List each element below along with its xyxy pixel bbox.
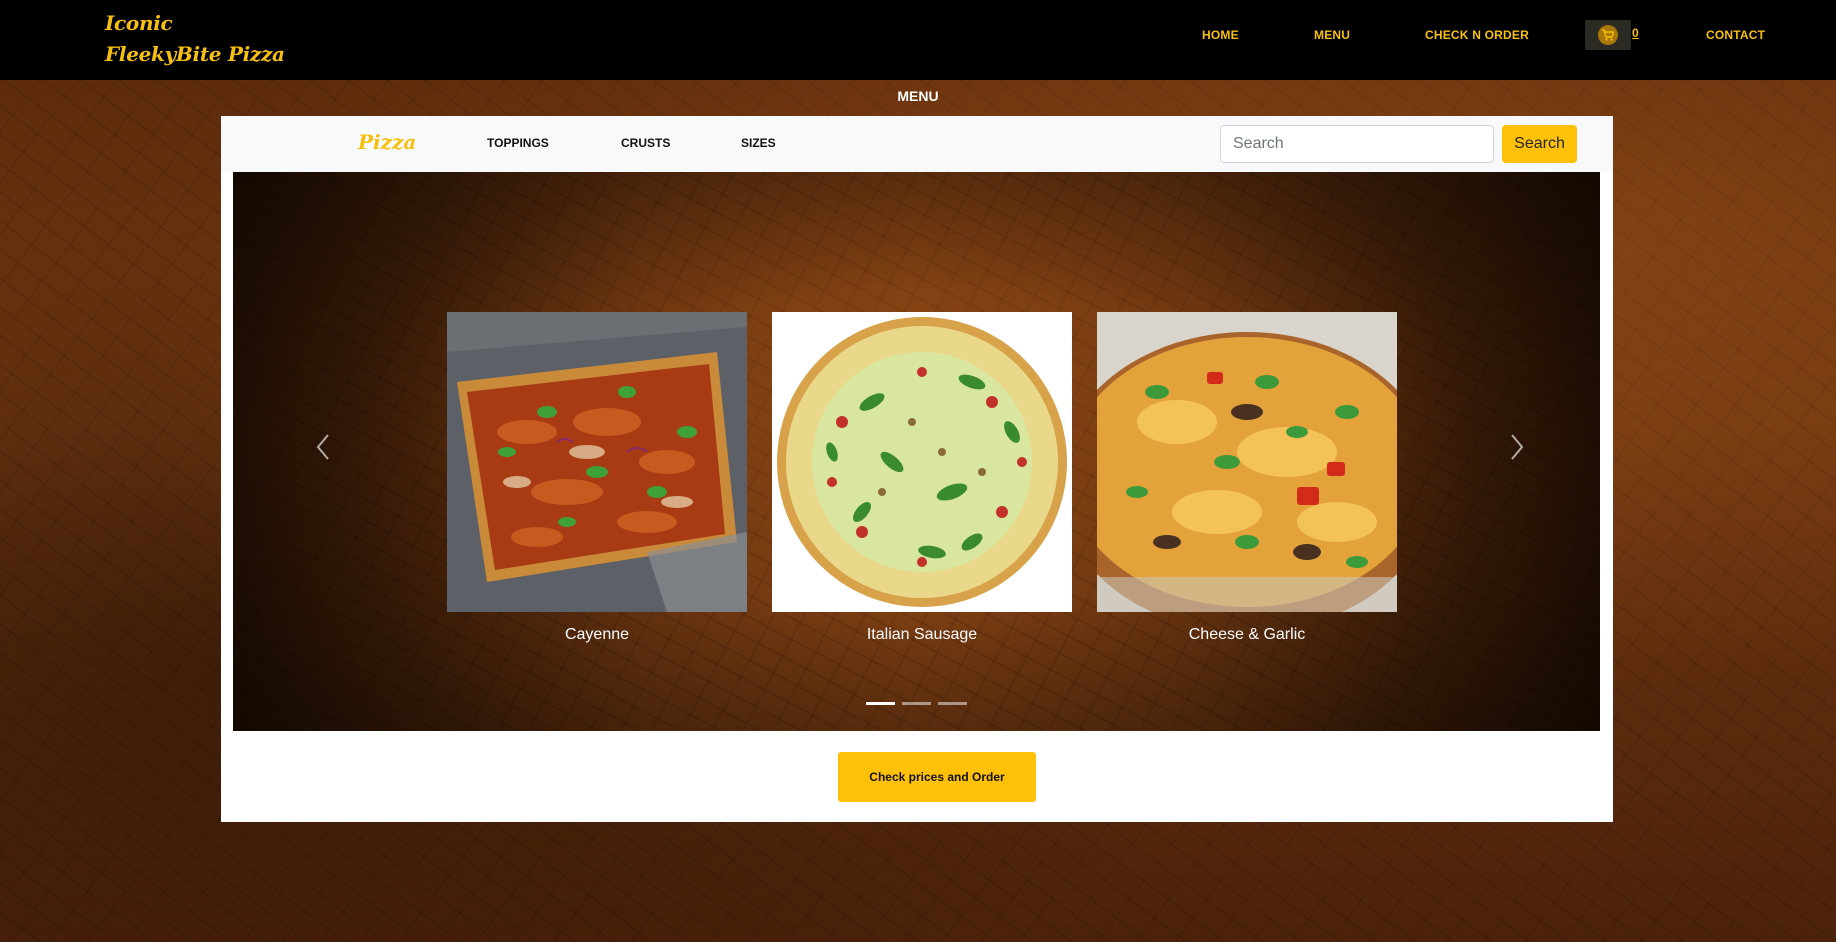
subnav-brand[interactable]: Pizza [358,130,416,154]
carousel-indicator-2[interactable] [902,702,931,705]
brand-line-1: Iconic [105,11,173,35]
carousel-item[interactable]: Cayenne [447,312,747,644]
menu-panel: Pizza TOPPINGS CRUSTS SIZES Search Searc… [221,116,1613,822]
top-navbar: Iconic FleekyBite Pizza HOME MENU CHECK … [0,0,1836,80]
carousel-indicator-3[interactable] [938,702,967,705]
pizza-carousel: Cayenne Italian Sausage Cheese & Garlic [233,172,1600,731]
chevron-right-icon [1511,434,1524,460]
nav-check-n-order[interactable]: CHECK N ORDER [1425,28,1529,42]
cart-icon [1598,25,1618,45]
subnav-crusts[interactable]: CRUSTS [621,136,670,150]
carousel-item[interactable]: Cheese & Garlic [1097,312,1397,644]
carousel-indicators [866,702,967,705]
carousel-caption: Cayenne [564,626,630,643]
brand-line-2: FleekyBite Pizza [105,42,285,66]
pizza-image [1097,312,1397,612]
check-prices-order-button[interactable]: Check prices and Order [838,752,1036,802]
site-brand[interactable]: Iconic FleekyBite Pizza [105,8,285,70]
nav-menu[interactable]: MENU [1314,28,1350,42]
carousel-indicator-1[interactable] [866,702,895,705]
carousel-next-button[interactable] [1497,427,1537,467]
pizza-image [772,312,1072,612]
pizza-image [447,312,747,612]
page-title: MENU [897,88,939,104]
carousel-caption: Cheese & Garlic [1188,626,1306,643]
chevron-left-icon [316,434,329,460]
carousel-item[interactable]: Italian Sausage [772,312,1072,644]
cart-button[interactable] [1585,20,1631,50]
search-input[interactable] [1220,125,1494,163]
menu-subnav: Pizza TOPPINGS CRUSTS SIZES Search [221,116,1613,172]
subnav-sizes[interactable]: SIZES [741,136,776,150]
nav-home[interactable]: HOME [1202,28,1239,42]
search-button[interactable]: Search [1502,125,1577,163]
carousel-caption: Italian Sausage [866,626,978,643]
carousel-prev-button[interactable] [303,427,343,467]
cart-count[interactable]: 0 [1632,26,1639,40]
nav-contact[interactable]: CONTACT [1706,28,1765,42]
subnav-toppings[interactable]: TOPPINGS [487,136,549,150]
